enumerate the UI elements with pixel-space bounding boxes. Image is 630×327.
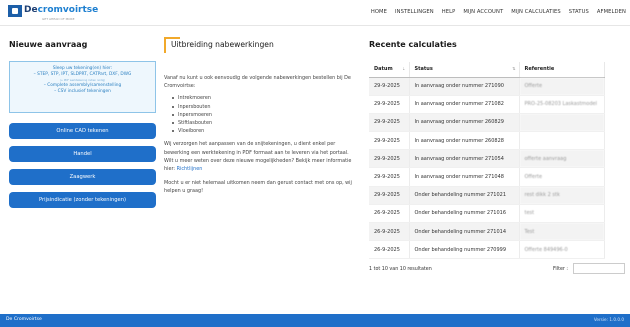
cell-date: 26-9-2025 xyxy=(369,222,410,242)
cell-date: 29-9-2025 xyxy=(369,131,410,151)
logo-brand: cromvoirtse xyxy=(37,5,99,15)
news-paragraph-3: Mocht u er niet helemaal uitkomen neem d… xyxy=(164,180,352,195)
cell-status: In aanvraag onder nummer 271082 xyxy=(409,95,520,114)
cell-date: 29-9-2025 xyxy=(369,186,410,205)
table-row[interactable]: 29-9-2025 Onder behandeling nummer 27102… xyxy=(369,186,605,205)
cell-reference: Offerte xyxy=(519,167,605,187)
logo-tagline: GET AHEAD OF MORE xyxy=(42,17,75,21)
cell-reference: Offerte xyxy=(519,77,605,96)
zaagwerk-button[interactable]: Zaagwerk xyxy=(9,169,156,185)
col-header-referentie[interactable]: Referentie xyxy=(519,62,605,78)
list-item: Intrekmoeren xyxy=(172,94,354,102)
guidelines-link[interactable]: Richtlijnen xyxy=(177,166,203,172)
cell-date: 29-9-2025 xyxy=(369,95,410,114)
logo-text: Decromvoirtse xyxy=(24,5,98,16)
cell-reference: PRO-25-08203 Laskastmodel xyxy=(519,95,605,114)
news-title-wrap: Uitbreiding nabewerkingen xyxy=(164,37,354,54)
news-intro: Vanaf nu kunt u ook eenvoudig de volgend… xyxy=(164,75,351,90)
cell-status: In aanvraag onder nummer 260828 xyxy=(409,131,520,151)
nav-mijn-account[interactable]: MIJN ACCOUNT xyxy=(463,9,503,15)
cell-reference: Test xyxy=(519,222,605,242)
cell-reference: offerte aanvraag xyxy=(519,149,605,169)
cell-date: 29-9-2025 xyxy=(369,167,410,187)
top-bar: Decromvoirtse GET AHEAD OF MORE HOME INS… xyxy=(0,0,630,26)
footer-version: Versie: 1.0.0.0 xyxy=(593,317,624,322)
cell-status: In aanvraag onder nummer 260829 xyxy=(409,113,520,133)
col-header-status-label: Status xyxy=(414,66,433,73)
nav-mijn-calculaties[interactable]: MIJN CALCULATIES xyxy=(511,9,561,15)
cell-date: 26-9-2025 xyxy=(369,204,410,224)
footer-company: De Cromvoirtse xyxy=(6,317,42,322)
table-header-row: Datum ⇣ Status ⇅ Referentie xyxy=(369,62,605,78)
finishing-list: Intrekmoeren Inpersbouten Inpersmoeren S… xyxy=(172,94,354,135)
nav-help[interactable]: HELP xyxy=(442,9,456,15)
cell-status: Onder behandeling nummer 271021 xyxy=(409,186,520,205)
list-item: Inpersmoeren xyxy=(172,111,354,119)
cell-reference xyxy=(519,131,605,151)
cell-status: In aanvraag onder nummer 271048 xyxy=(409,167,520,187)
sort-icon: ⇅ xyxy=(512,66,516,71)
footer-bar: De Cromvoirtse Versie: 1.0.0.0 xyxy=(0,314,630,327)
table-row[interactable]: 26-9-2025 Onder behandeling nummer 27101… xyxy=(369,222,605,242)
table-row[interactable]: 26-9-2025 Onder behandeling nummer 27101… xyxy=(369,204,605,224)
results-info: 1 tot 10 van 10 resultaten xyxy=(369,267,432,273)
table-row[interactable]: 29-9-2025 In aanvraag onder nummer 27109… xyxy=(369,77,605,96)
main-nav: HOME INSTELLINGEN HELP MIJN ACCOUNT MIJN… xyxy=(363,9,626,15)
nav-instellingen[interactable]: INSTELLINGEN xyxy=(395,9,434,15)
news-title: Uitbreiding nabewerkingen xyxy=(171,40,274,49)
recent-calculations-panel: Recente calculaties Datum ⇣ Status ⇅ Refer… xyxy=(369,40,625,279)
handel-button[interactable]: Handel xyxy=(9,146,156,162)
online-cad-button[interactable]: Online CAD tekenen xyxy=(9,123,156,139)
recent-calculations-title: Recente calculaties xyxy=(369,40,457,49)
file-dropzone[interactable]: Sleep uw tekening(en) hier: – STEP, STP,… xyxy=(9,61,156,113)
cell-status: In aanvraag onder nummer 271054 xyxy=(409,149,520,169)
table-row[interactable]: 29-9-2025 In aanvraag onder nummer 27105… xyxy=(369,149,605,169)
cell-status: Onder behandeling nummer 271014 xyxy=(409,222,520,242)
table-row[interactable]: 29-9-2025 In aanvraag onder nummer 26082… xyxy=(369,113,605,133)
new-request-panel: Nieuwe aanvraag Sleep uw tekening(en) hi… xyxy=(9,40,156,208)
dropzone-line-4: – CSV inclusief tekeningen xyxy=(54,89,111,94)
cell-status: Onder behandeling nummer 270999 xyxy=(409,240,520,260)
cell-reference: test xyxy=(519,204,605,224)
cell-status: Onder behandeling nummer 271016 xyxy=(409,204,520,224)
nav-afmelden[interactable]: AFMELDEN xyxy=(597,9,626,15)
table-footer: 1 tot 10 van 10 resultaten Filter : xyxy=(369,263,625,279)
nav-status[interactable]: STATUS xyxy=(569,9,589,15)
logo-de: De xyxy=(24,5,38,15)
col-header-datum[interactable]: Datum ⇣ xyxy=(369,62,410,78)
nav-home[interactable]: HOME xyxy=(371,9,387,15)
col-header-datum-label: Datum xyxy=(374,66,393,73)
cell-reference xyxy=(519,113,605,133)
cell-date: 29-9-2025 xyxy=(369,113,410,133)
price-indication-button[interactable]: Prijsindicatie (zonder tekeningen) xyxy=(9,192,156,208)
list-item: Stiftlasbouten xyxy=(172,119,354,127)
list-item: Vloeiboren xyxy=(172,127,354,135)
cell-status: In aanvraag onder nummer 271090 xyxy=(409,77,520,96)
logo[interactable]: Decromvoirtse GET AHEAD OF MORE xyxy=(8,5,98,21)
news-paragraph-2: Wij verzorgen het aanpassen van de snijt… xyxy=(164,140,354,173)
new-request-title: Nieuwe aanvraag xyxy=(9,40,88,49)
cell-reference: Offerte 849496-0 xyxy=(519,240,605,260)
logo-mark-icon xyxy=(8,5,22,17)
sort-desc-icon: ⇣ xyxy=(402,66,406,71)
cell-reference: rest dikk 2 stk xyxy=(519,186,605,205)
calculations-table: Datum ⇣ Status ⇅ Referentie 29-9-2025 In a… xyxy=(369,62,605,260)
news-panel: Uitbreiding nabewerkingen Vanaf nu kunt … xyxy=(164,37,354,196)
list-item: Inpersbouten xyxy=(172,103,354,111)
table-row[interactable]: 26-9-2025 Onder behandeling nummer 27099… xyxy=(369,240,605,260)
col-header-status[interactable]: Status ⇅ xyxy=(409,62,520,78)
cell-date: 29-9-2025 xyxy=(369,77,410,96)
filter-input[interactable] xyxy=(573,263,625,275)
table-row[interactable]: 29-9-2025 In aanvraag onder nummer 27104… xyxy=(369,167,605,187)
table-row[interactable]: 29-9-2025 In aanvraag onder nummer 26082… xyxy=(369,131,605,151)
cell-date: 29-9-2025 xyxy=(369,149,410,169)
cell-date: 26-9-2025 xyxy=(369,240,410,260)
filter-label: Filter : xyxy=(553,267,569,273)
table-row[interactable]: 29-9-2025 In aanvraag onder nummer 27108… xyxy=(369,95,605,114)
col-header-referentie-label: Referentie xyxy=(524,66,555,73)
